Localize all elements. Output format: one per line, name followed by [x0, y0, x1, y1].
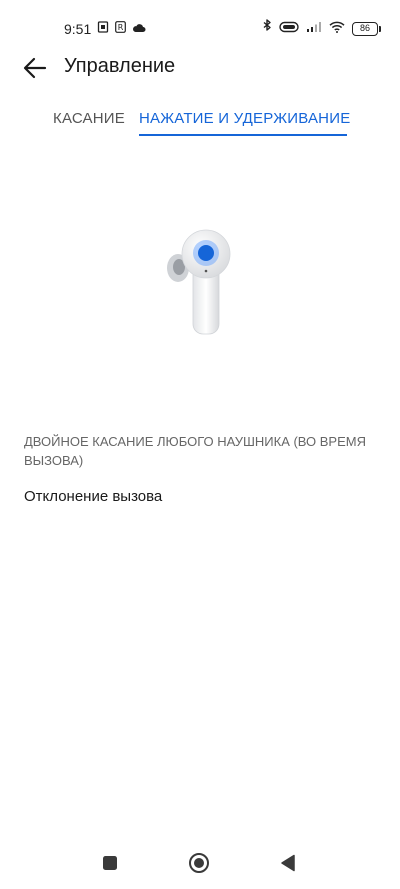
back-button[interactable] [18, 52, 52, 82]
tab-touch[interactable]: КАСАНИЕ [53, 110, 125, 127]
signal-icon [306, 20, 322, 38]
status-bar-right: 86 [262, 19, 381, 38]
option-label: Отклонение вызова [24, 488, 163, 505]
status-time: 9:51 [64, 21, 92, 37]
recents-button[interactable] [98, 851, 122, 875]
tab-press-and-hold[interactable]: НАЖАТИЕ И УДЕРЖИВАНИЕ [139, 110, 350, 127]
home-circle-icon [189, 853, 209, 873]
arrow-left-icon [23, 57, 47, 79]
back-triangle-icon [281, 854, 295, 872]
nav-back-button[interactable] [276, 851, 300, 875]
section-header: ДВОЙНОЕ КАСАНИЕ ЛЮБОГО НАУШНИКА (ВО ВРЕМ… [24, 434, 366, 468]
earbud-illustration [164, 224, 236, 340]
navigation-bar [0, 841, 400, 889]
svg-text:R: R [118, 23, 124, 32]
earbuds-status-icon [279, 20, 299, 38]
r-badge-icon: R [115, 20, 127, 38]
page-title: Управление [64, 55, 176, 77]
status-bar-left: 9:51 R [64, 20, 146, 38]
sim-card-icon [97, 20, 109, 38]
option-decline-call[interactable]: Отклонение вызова [24, 486, 376, 510]
cloud-icon [132, 20, 146, 38]
tab-bar: КАСАНИЕ НАЖАТИЕ И УДЕРЖИВАНИЕ [0, 108, 400, 142]
bluetooth-icon [262, 19, 272, 38]
toolbar: Управление [0, 50, 400, 86]
battery-icon: 86 [352, 21, 381, 36]
status-bar: 9:51 R 86 [0, 0, 400, 56]
recents-square-icon [103, 856, 117, 870]
wifi-icon [329, 20, 345, 38]
home-button[interactable] [187, 851, 211, 875]
tab-selected-indicator [139, 134, 347, 136]
